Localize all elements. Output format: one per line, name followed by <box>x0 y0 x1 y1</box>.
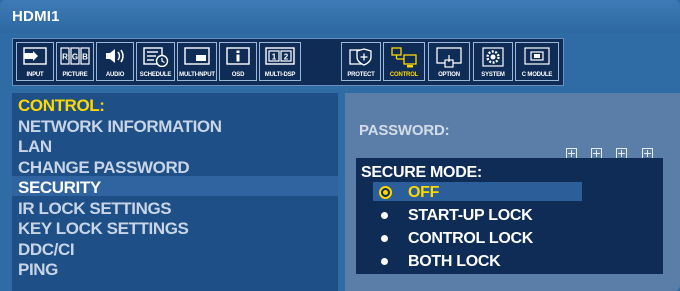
toolbar-protect-button[interactable]: PROTECT <box>341 42 381 81</box>
toolbar-multi-input-button[interactable]: MULTI-INPUT <box>177 42 217 81</box>
input-icon <box>23 47 47 65</box>
secure-mode-option-label: BOTH LOCK <box>408 253 501 270</box>
bullet-icon <box>381 258 388 265</box>
schedule-icon <box>142 47 168 67</box>
toolbar-system-label: SYSTEM <box>481 72 505 78</box>
toolbar-picture-button[interactable]: R G B PICTURE <box>56 42 94 81</box>
secure-mode-option-label: START-UP LOCK <box>408 207 533 224</box>
submenu-header: CONTROL: <box>18 96 105 115</box>
toolbar-option-label: OPTION <box>438 72 460 78</box>
main-menu-toolbar: INPUT R G B PICTURE AUDIO SCHEDULE MULTI… <box>12 38 564 86</box>
gear-icon <box>482 47 504 67</box>
password-label: PASSWORD: <box>359 122 450 139</box>
toolbar-control-label: CONTROL <box>389 72 419 78</box>
speaker-icon <box>106 49 124 63</box>
toolbar-c-module-button[interactable]: C MODULE <box>515 42 559 81</box>
secure-mode-option-label: CONTROL LOCK <box>408 230 533 247</box>
multi-display-icon: 1 2 <box>265 47 295 65</box>
toolbar-osd-button[interactable]: OSD <box>219 42 257 81</box>
toolbar-schedule-button[interactable]: SCHEDULE <box>136 42 175 81</box>
multi-input-icon <box>184 47 210 65</box>
svg-text:G: G <box>72 53 78 62</box>
menu-item-ddc-ci[interactable]: DDC/CI <box>18 240 338 261</box>
bullet-icon <box>381 235 388 242</box>
svg-text:B: B <box>82 53 88 62</box>
toolbar-option-button[interactable]: OPTION <box>428 42 470 81</box>
toolbar-input-label: INPUT <box>26 72 44 78</box>
secure-mode-option-both-lock[interactable]: BOTH LOCK <box>379 252 579 272</box>
menu-item-ir-lock-settings[interactable]: IR LOCK SETTINGS <box>18 199 338 220</box>
toolbar-control-button[interactable]: CONTROL <box>383 42 425 81</box>
picture-rgb-icon: R G B <box>60 47 90 65</box>
menu-item-ping[interactable]: PING <box>18 260 338 281</box>
toolbar-c-module-label: C MODULE <box>521 72 553 78</box>
control-icon <box>391 47 417 68</box>
secure-mode-option-off[interactable]: OFF <box>379 183 579 203</box>
info-icon <box>226 47 250 65</box>
secure-mode-label: SECURE MODE: <box>361 164 482 181</box>
secure-mode-option-label: OFF <box>408 184 440 201</box>
toolbar-osd-label: OSD <box>231 72 245 78</box>
menu-item-security[interactable]: SECURITY <box>18 178 338 199</box>
toolbar-input-button[interactable]: INPUT <box>16 42 54 81</box>
svg-text:R: R <box>62 53 68 62</box>
option-icon <box>436 47 462 68</box>
menu-item-network-information[interactable]: NETWORK INFORMATION <box>18 117 338 138</box>
svg-text:1: 1 <box>272 53 277 62</box>
radio-selected-icon <box>379 186 392 199</box>
toolbar-multi-dsp-button[interactable]: 1 2 MULTI-DSP <box>259 42 301 81</box>
toolbar-audio-label: AUDIO <box>105 72 125 78</box>
svg-text:2: 2 <box>284 53 289 62</box>
input-source-title: HDMI1 <box>12 8 60 25</box>
menu-item-lan[interactable]: LAN <box>18 137 338 158</box>
title-bar: HDMI1 <box>0 0 680 33</box>
menu-item-key-lock-settings[interactable]: KEY LOCK SETTINGS <box>18 219 338 240</box>
secure-mode-option-control-lock[interactable]: CONTROL LOCK <box>379 229 579 249</box>
toolbar-multi-input-label: MULTI-INPUT <box>179 72 215 78</box>
osd-window: HDMI1 INPUT R G B PICTURE AUDIO SCHEDULE… <box>0 0 680 291</box>
menu-item-change-password[interactable]: CHANGE PASSWORD <box>18 158 338 179</box>
toolbar-protect-label: PROTECT <box>347 72 375 78</box>
compute-module-icon <box>524 47 550 65</box>
toolbar-schedule-label: SCHEDULE <box>139 72 172 78</box>
toolbar-system-button[interactable]: SYSTEM <box>473 42 513 81</box>
control-submenu: CONTROL: NETWORK INFORMATION LAN CHANGE … <box>18 96 338 281</box>
secure-mode-option-start-up-lock[interactable]: START-UP LOCK <box>379 206 579 226</box>
toolbar-audio-button[interactable]: AUDIO <box>96 42 134 81</box>
toolbar-picture-label: PICTURE <box>62 72 88 78</box>
shield-icon <box>349 48 372 66</box>
bullet-icon <box>381 212 388 219</box>
toolbar-multi-dsp-label: MULTI-DSP <box>264 72 296 78</box>
